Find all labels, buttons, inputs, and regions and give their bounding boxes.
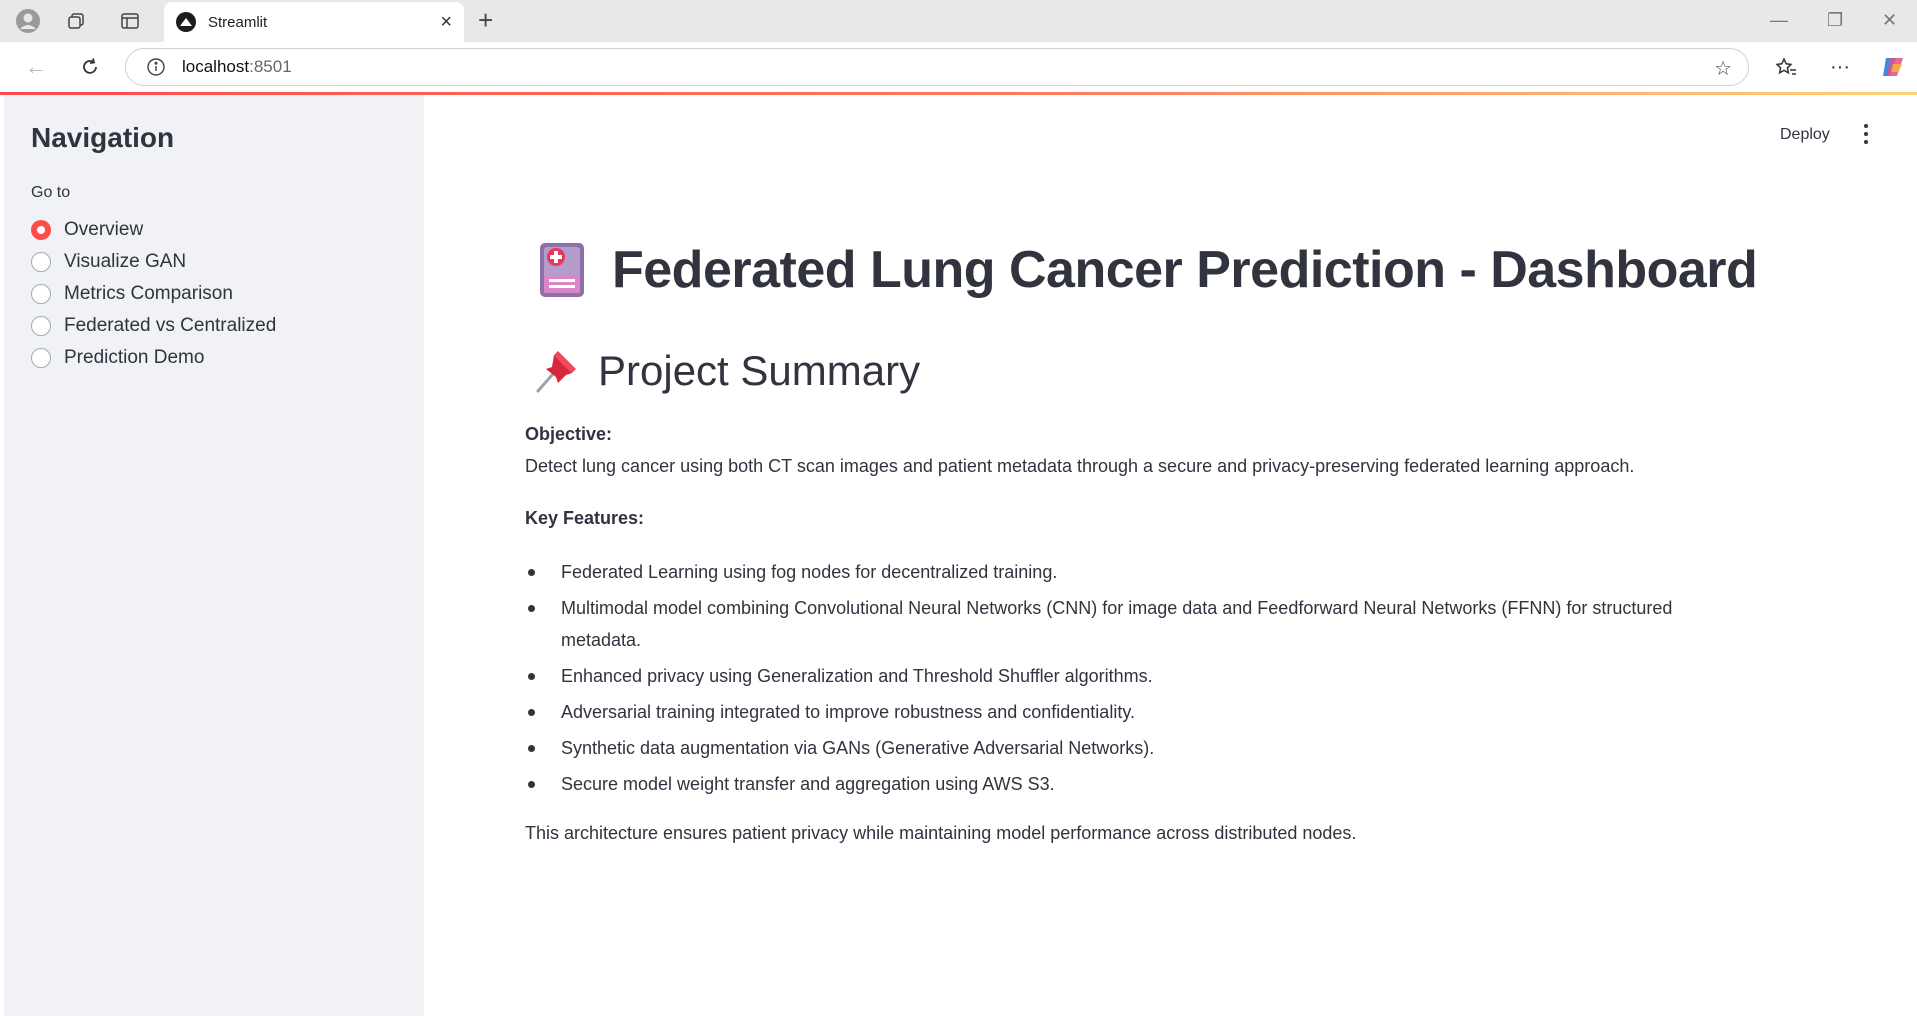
- sidebar-title: Navigation: [31, 122, 175, 153]
- radio-label: Overview: [64, 219, 144, 240]
- list-item: Enhanced privacy using Generalization an…: [525, 660, 1755, 692]
- browser-tab-streamlit[interactable]: Streamlit ×: [164, 2, 464, 42]
- window-close-icon[interactable]: ✕: [1882, 10, 1897, 31]
- radio-federated-vs-centralized[interactable]: Federated vs Centralized: [31, 310, 276, 342]
- objective-label: Objective:: [525, 424, 613, 444]
- features-list: Federated Learning using fog nodes for d…: [525, 556, 1755, 804]
- radio-overview[interactable]: Overview: [31, 214, 276, 246]
- page-title-text: Federated Lung Cancer Prediction - Dashb…: [612, 241, 1758, 299]
- list-item: Federated Learning using fog nodes for d…: [525, 556, 1755, 588]
- new-tab-icon[interactable]: +: [478, 7, 493, 33]
- radio-group-label: Go to: [31, 184, 71, 201]
- pushpin-icon: [536, 351, 576, 393]
- tab-title: Streamlit: [208, 13, 268, 31]
- list-item: Synthetic data augmentation via GANs (Ge…: [525, 732, 1755, 764]
- restore-icon[interactable]: ❐: [1827, 10, 1843, 31]
- back-arrow-icon[interactable]: ←: [20, 52, 52, 82]
- minimize-icon[interactable]: —: [1770, 10, 1788, 31]
- vertical-tabs-icon[interactable]: [112, 9, 148, 33]
- streamlit-favicon-icon: [176, 12, 196, 32]
- features-label: Key Features:: [525, 508, 645, 528]
- radio-unselected-icon[interactable]: [31, 316, 51, 336]
- site-info-icon[interactable]: [146, 57, 166, 77]
- radio-unselected-icon[interactable]: [31, 284, 51, 304]
- page-title: Federated Lung Cancer Prediction - Dashb…: [536, 240, 1758, 300]
- radio-selected-icon[interactable]: [31, 220, 51, 240]
- radio-label: Federated vs Centralized: [64, 315, 277, 336]
- radio-prediction-demo[interactable]: Prediction Demo: [31, 342, 276, 374]
- favorite-star-icon[interactable]: ☆: [1714, 56, 1732, 81]
- radio-label: Prediction Demo: [64, 347, 205, 368]
- list-item: Adversarial training integrated to impro…: [525, 696, 1755, 728]
- deploy-button[interactable]: Deploy: [1780, 126, 1830, 144]
- workspaces-icon[interactable]: [58, 9, 94, 33]
- main-menu-kebab-icon[interactable]: [1860, 122, 1872, 146]
- radio-visualize-gan[interactable]: Visualize GAN: [31, 246, 276, 278]
- list-item: Secure model weight transfer and aggrega…: [525, 768, 1755, 800]
- refresh-icon[interactable]: [74, 52, 106, 82]
- section-heading: Project Summary: [532, 347, 920, 395]
- radio-unselected-icon[interactable]: [31, 252, 51, 272]
- favorites-icon[interactable]: [1770, 52, 1802, 82]
- address-bar-row: ← localhost :8501 ☆ ···: [0, 42, 1917, 92]
- url-field[interactable]: localhost :8501 ☆: [125, 48, 1749, 86]
- copilot-icon[interactable]: [1877, 52, 1909, 82]
- section-heading-text: Project Summary: [598, 347, 921, 394]
- radio-label: Metrics Comparison: [64, 283, 233, 304]
- closing-text: This architecture ensures patient privac…: [525, 823, 1357, 843]
- hospital-document-icon: [540, 243, 584, 297]
- navigation-radio-group: Overview Visualize GAN Metrics Compariso…: [31, 214, 276, 374]
- objective-text: Detect lung cancer using both CT scan im…: [525, 456, 1635, 476]
- url-port: :8501: [249, 57, 292, 76]
- browser-tab-bar: Streamlit × + — ❐ ✕: [0, 0, 1917, 42]
- url-host: localhost: [182, 57, 250, 76]
- radio-unselected-icon[interactable]: [31, 348, 51, 368]
- profile-icon[interactable]: [10, 9, 46, 33]
- radio-metrics-comparison[interactable]: Metrics Comparison: [31, 278, 276, 310]
- radio-label: Visualize GAN: [64, 251, 187, 272]
- list-item: Multimodal model combining Convolutional…: [525, 592, 1755, 656]
- close-tab-icon[interactable]: ×: [440, 12, 452, 32]
- more-options-icon[interactable]: ···: [1824, 52, 1856, 82]
